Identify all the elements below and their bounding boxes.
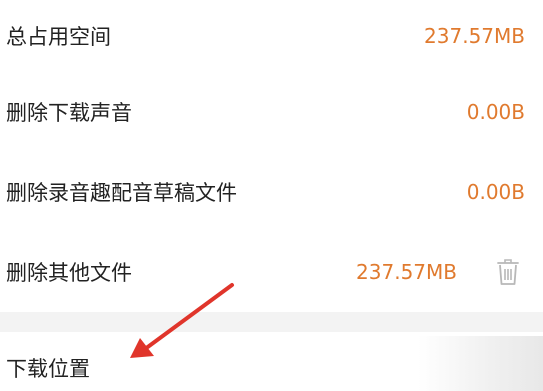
blurred-area [418, 336, 543, 391]
trash-icon[interactable] [495, 257, 521, 287]
download-location-label: 下载位置 [6, 357, 90, 381]
delete-recording-drafts-label: 删除录音趣配音草稿文件 [6, 181, 237, 205]
delete-other-files-label: 删除其他文件 [6, 261, 132, 285]
delete-downloaded-audio-label: 删除下载声音 [6, 101, 132, 125]
storage-settings-screen: 总占用空间 237.57MB 删除下载声音 0.00B 删除录音趣配音草稿文件 … [0, 0, 543, 391]
section-divider [0, 312, 543, 332]
total-space-label: 总占用空间 [6, 25, 111, 49]
recording-drafts-size: 0.00B [466, 180, 525, 204]
delete-other-files-row[interactable]: 删除其他文件 237.57MB [0, 230, 543, 310]
total-space-value: 237.57MB [424, 24, 525, 48]
downloaded-audio-size: 0.00B [466, 100, 525, 124]
total-space-row: 总占用空间 237.57MB [0, 0, 543, 80]
delete-downloaded-audio-row[interactable]: 删除下载声音 0.00B [0, 70, 543, 150]
delete-recording-drafts-row[interactable]: 删除录音趣配音草稿文件 0.00B [0, 150, 543, 230]
other-files-size: 237.57MB [356, 260, 457, 284]
